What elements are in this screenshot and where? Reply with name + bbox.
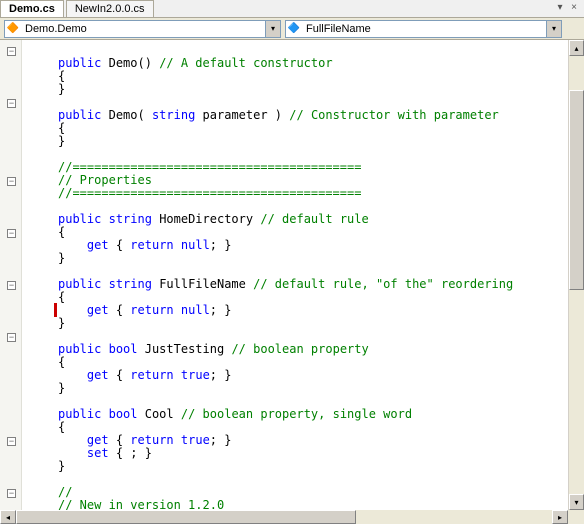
scroll-left-icon[interactable]: ◂	[0, 510, 16, 524]
code-line: public Demo( string parameter ) // Const…	[22, 109, 568, 122]
toolbar: 🔶 Demo.Demo ▾ 🔷 FullFileName ▾	[0, 18, 584, 40]
code-line: {	[22, 70, 568, 83]
type-combo-text: Demo.Demo	[21, 23, 265, 35]
code-line: public string FullFileName // default ru…	[22, 278, 568, 291]
code-line: {	[22, 122, 568, 135]
scroll-thumb[interactable]	[16, 510, 356, 524]
fold-toggle[interactable]: −	[7, 99, 16, 108]
fold-toggle[interactable]: −	[7, 437, 16, 446]
change-marker	[54, 303, 58, 317]
code-area[interactable]: public Demo() // A default constructor{}…	[22, 40, 568, 510]
code-line: }	[22, 135, 568, 148]
tab-demo[interactable]: Demo.cs	[0, 0, 64, 17]
scroll-right-icon[interactable]: ▸	[552, 510, 568, 524]
scroll-corner	[568, 510, 584, 524]
tab-window-controls: ▾ ×	[554, 1, 580, 13]
gutter: − − − − − − − −	[0, 40, 22, 510]
scroll-track[interactable]	[16, 510, 552, 524]
chevron-down-icon[interactable]: ▾	[265, 21, 280, 37]
fold-toggle[interactable]: −	[7, 47, 16, 56]
code-line: }	[22, 83, 568, 96]
code-line: }	[22, 460, 568, 473]
code-line	[22, 473, 568, 486]
scroll-thumb[interactable]	[569, 90, 584, 290]
code-line: }	[22, 317, 568, 330]
property-icon: 🔷	[286, 21, 302, 37]
fold-toggle[interactable]: −	[7, 229, 16, 238]
fold-toggle[interactable]: −	[7, 489, 16, 498]
code-line: }	[22, 252, 568, 265]
scroll-down-icon[interactable]: ▾	[569, 494, 584, 510]
fold-toggle[interactable]: −	[7, 281, 16, 290]
editor: − − − − − − − − public Demo() // A defau…	[0, 40, 584, 510]
code-line: // New in version 1.2.0	[22, 499, 568, 510]
horizontal-scrollbar[interactable]: ◂ ▸	[0, 510, 584, 524]
member-combo-text: FullFileName	[302, 23, 546, 35]
code-line: public Demo() // A default constructor	[22, 57, 568, 70]
vertical-scrollbar[interactable]: ▴ ▾	[568, 40, 584, 510]
tab-newin[interactable]: NewIn2.0.0.cs	[66, 0, 154, 17]
close-icon[interactable]: ×	[568, 1, 580, 13]
code-line: set { ; }	[22, 447, 568, 460]
tab-bar: Demo.cs NewIn2.0.0.cs ▾ ×	[0, 0, 584, 18]
pin-icon[interactable]: ▾	[554, 1, 566, 13]
code-line: public string HomeDirectory // default r…	[22, 213, 568, 226]
code-line: get { return true; }	[22, 369, 568, 382]
code-line: get { return null; }	[22, 239, 568, 252]
code-line: }	[22, 382, 568, 395]
code-line: get { return null; }	[22, 304, 568, 317]
member-combo[interactable]: 🔷 FullFileName ▾	[285, 20, 562, 38]
code-line: //======================================…	[22, 187, 568, 200]
code-line: public bool JustTesting // boolean prope…	[22, 343, 568, 356]
fold-toggle[interactable]: −	[7, 177, 16, 186]
code-line: public bool Cool // boolean property, si…	[22, 408, 568, 421]
chevron-down-icon[interactable]: ▾	[546, 21, 561, 37]
class-icon: 🔶	[5, 21, 21, 37]
scroll-up-icon[interactable]: ▴	[569, 40, 584, 56]
fold-toggle[interactable]: −	[7, 333, 16, 342]
type-combo[interactable]: 🔶 Demo.Demo ▾	[4, 20, 281, 38]
